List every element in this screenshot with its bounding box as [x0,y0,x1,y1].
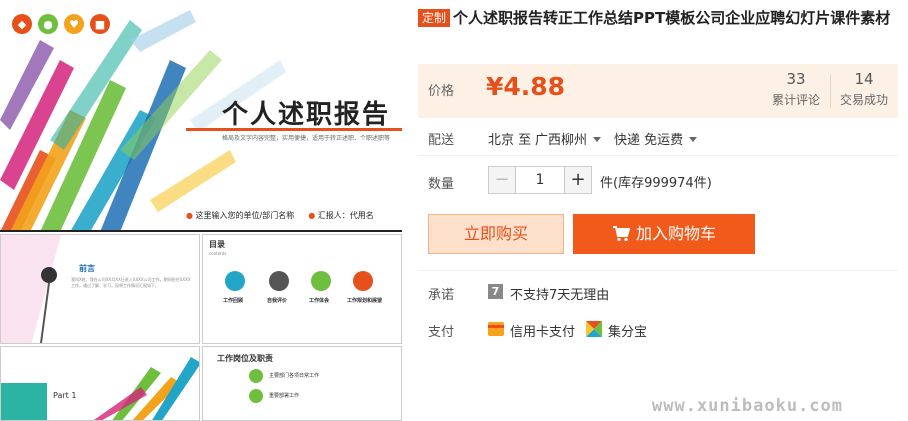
cover-subtitle: 格局及文字内容完整，实用便捷，适用于转正述职、个职述职等 [222,135,391,142]
stock-text: 件(库存999974件) [600,176,712,191]
cover-circle-icon: ● [38,14,58,34]
contents-circle-icon [225,271,245,291]
add-to-cart-label: 加入购物车 [635,224,716,243]
microphone-graphic [1,235,61,343]
shipping-from: 北京 至 [488,133,532,148]
shipping-destination-select[interactable]: 广西柳州 [535,129,602,148]
preview-thumb-preface: 前言 我叫X姓，我在公司XX月XX日进入XXXX公司工作，期间担任XXXX工作，… [0,234,200,344]
thumb2-sub: contents [209,251,227,256]
payment-method-jifenbao: 集分宝 [608,325,648,340]
cart-icon [612,226,630,242]
cover-circle-icon: ◆ [12,14,32,34]
cover-footer: ● 这里输入您的单位/部门名称 ● 汇报人：代用名 [186,210,374,221]
stat-divider [830,74,831,108]
price-value: ¥4.88 [486,72,566,101]
chevron-down-icon [689,137,698,142]
preview-thumb-contents: 目录 contents 工作回顾 自我评价 工作体会 工作规划和展望 [202,234,402,344]
price-label: 价格 [428,84,455,99]
cover-circle-icon: ■ [90,14,110,34]
product-preview-image[interactable]: ◆ ● ♥ ■ 个人述职报告 格局及文字内容完整，实用便捷，适用于转正述职、个职… [0,0,402,421]
quantity-stepper: − + [488,166,592,194]
cover-underline [186,128,402,131]
divider [418,270,898,271]
reviews-count: 33 [786,70,806,88]
product-title: 定制 个人述职报告转正工作总结PPT模板公司企业应聘幻灯片课件素材 [418,8,898,29]
quantity-increase-button[interactable]: + [564,166,592,194]
divider [418,155,898,156]
quantity-label: 数量 [428,177,455,192]
deals-stat: 14 交易成功 [836,70,892,108]
contents-circle-icon [311,271,331,291]
duty-item: 重要部署工作 [269,393,300,399]
thumb1-body: 我叫X姓，我在公司XX月XX日进入XXXX公司工作，期间担任XXXX工作，通过了… [71,277,191,288]
credit-card-icon [488,322,504,336]
cover-circle-icon: ♥ [64,14,84,34]
duty-item: 主要部门各项日常工作 [269,373,320,379]
deals-count: 14 [854,70,874,88]
location-pin-icon: ● [186,211,193,220]
thumb3-label: Part 1 [53,391,77,400]
reviews-stat[interactable]: 33 累计评论 [768,70,824,108]
add-to-cart-button[interactable]: 加入购物车 [573,214,755,254]
quantity-input[interactable] [516,166,564,194]
reviews-label: 累计评论 [771,93,820,107]
price-box: 价格 ¥4.88 33 累计评论 14 交易成功 [418,64,898,118]
cover-unit-label: ● 这里输入您的单位/部门名称 [186,211,295,220]
contents-item: 工作体会 [309,298,330,304]
thumb4-heading: 工作岗位及职责 [217,354,273,363]
preview-thumb-part1: Part 1 [0,346,200,421]
cover-title: 个人述职报告 [222,100,391,130]
cover-reporter-label: ● 汇报人：代用名 [308,211,374,220]
preview-cover-slide: ◆ ● ♥ ■ 个人述职报告 格局及文字内容完整，实用便捷，适用于转正述职、个职… [0,0,402,232]
jifenbao-icon [586,321,602,337]
contents-circle-icon [269,271,289,291]
payment-method-credit-card: 信用卡支付 [510,325,576,340]
contents-circle-icon [353,271,373,291]
shipping-method-select[interactable]: 快递 免运费 [614,129,698,148]
thumb2-heading: 目录 [209,240,225,249]
mic-icon: ● [308,211,316,220]
preview-thumb-duties: 工作岗位及职责 主要部门各项日常工作 重要部署工作 [202,346,402,421]
custom-badge: 定制 [418,9,451,27]
contents-item: 工作规划和展望 [347,298,383,304]
promise-label: 承诺 [428,288,455,303]
site-watermark: www.xunibaoku.com [652,396,843,416]
product-title-text: 个人述职报告转正工作总结PPT模板公司企业应聘幻灯片课件素材 [453,9,891,27]
quantity-decrease-button[interactable]: − [488,166,516,194]
promise-text: 不支持7天无理由 [510,288,610,303]
contents-item: 自我评价 [267,298,288,304]
contents-item: 工作回顾 [223,298,244,304]
cover-icon-row: ◆ ● ♥ ■ [12,14,110,34]
product-detail-panel: 定制 个人述职报告转正工作总结PPT模板公司企业应聘幻灯片课件素材 价格 ¥4.8… [418,0,898,421]
thumb1-heading: 前言 [79,264,95,273]
deals-label: 交易成功 [839,93,888,107]
step-circle-icon [249,389,263,403]
part-arrows-graphic [1,357,199,420]
payment-label: 支付 [428,325,455,340]
chevron-down-icon [593,137,602,142]
seven-day-icon: 7 [488,284,503,299]
buy-now-button[interactable]: 立即购买 [428,214,564,254]
shipping-label: 配送 [428,133,455,148]
step-circle-icon [249,369,263,383]
